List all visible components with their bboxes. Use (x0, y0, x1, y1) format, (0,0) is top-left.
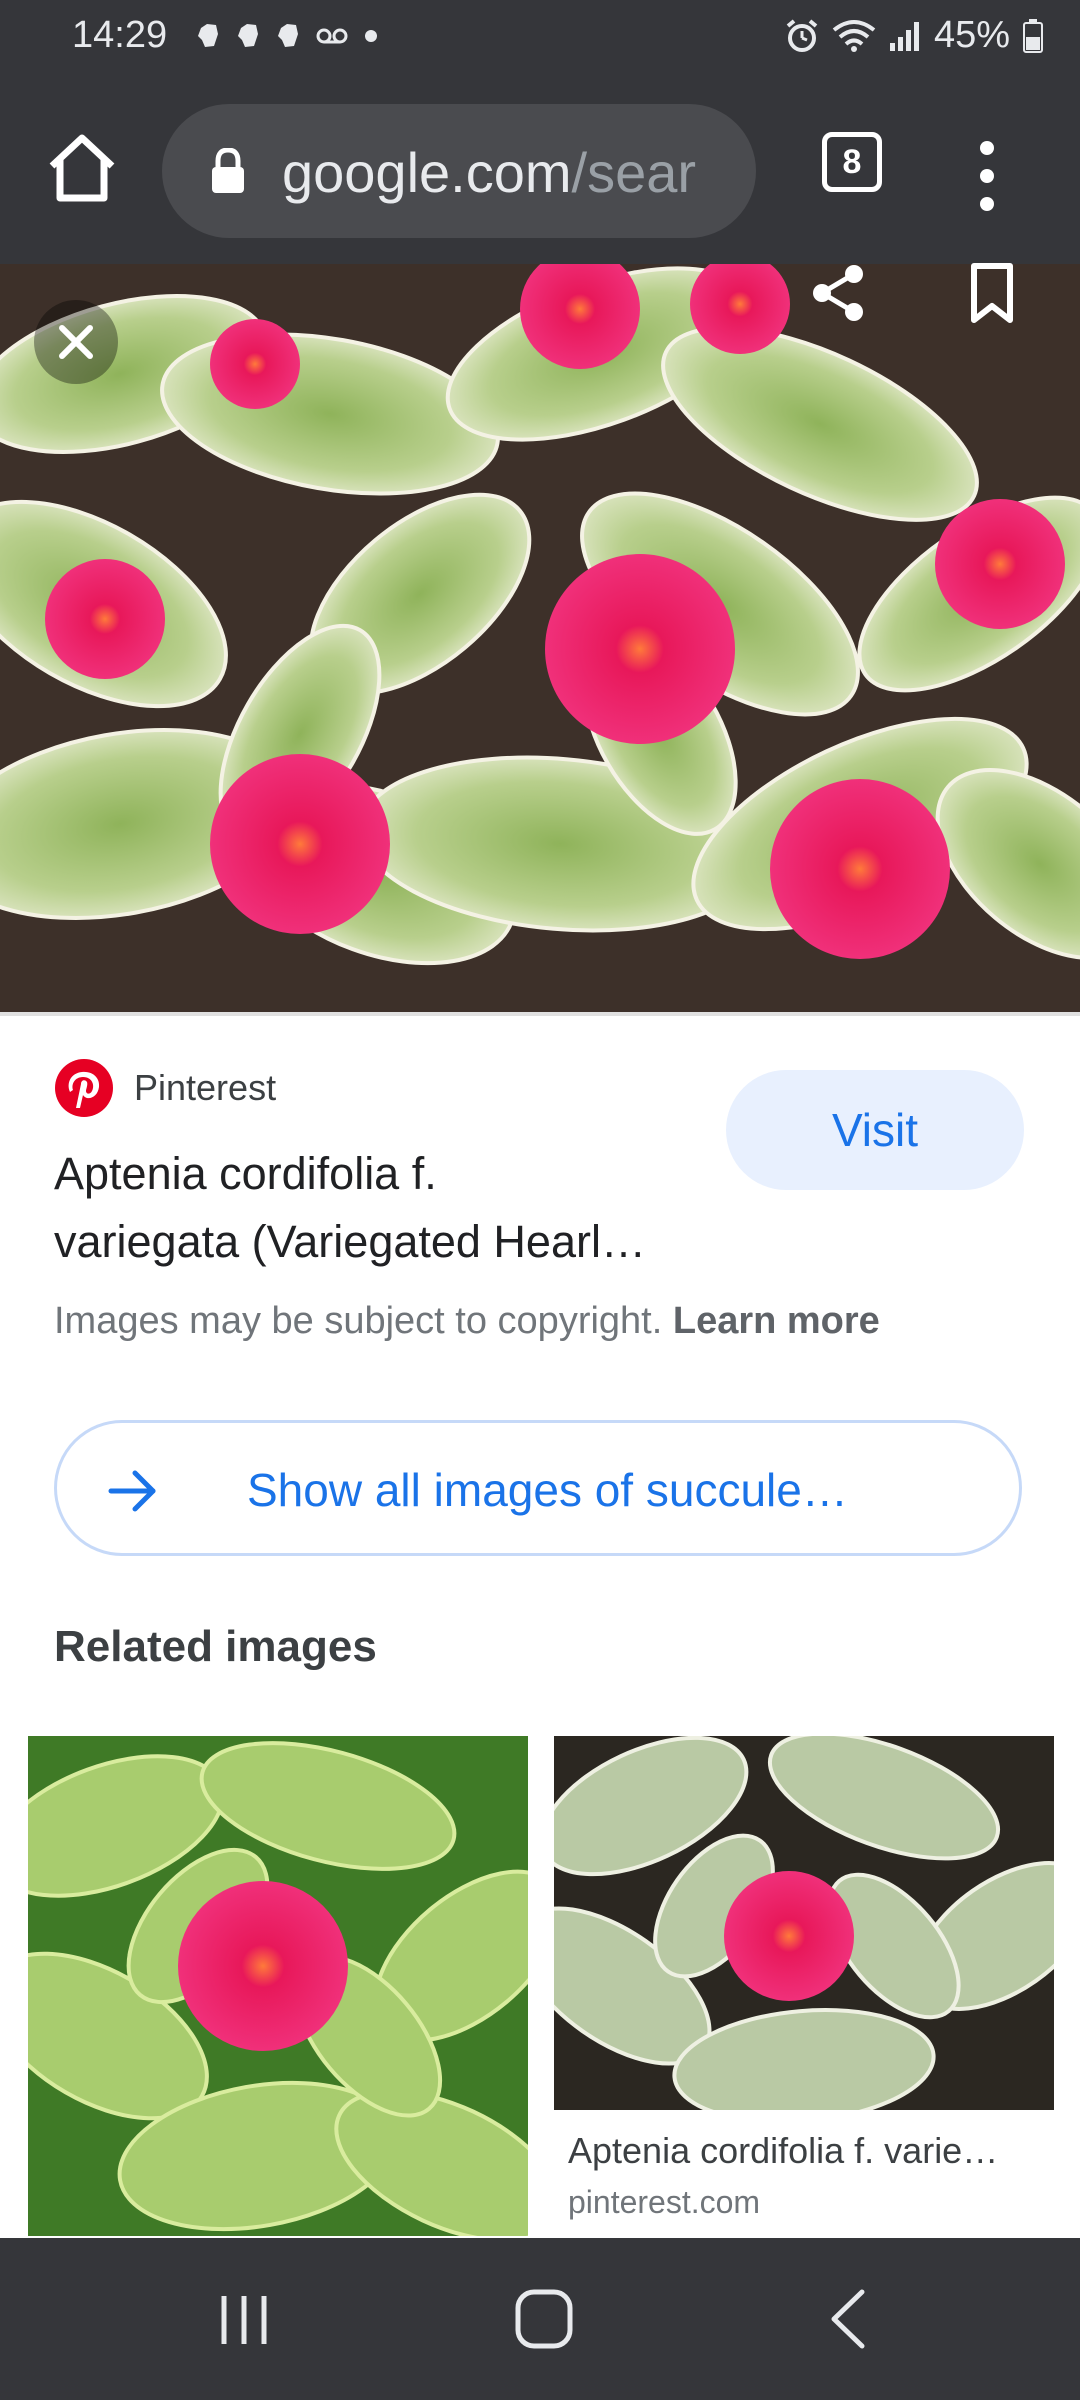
learn-more-link[interactable]: Learn more (673, 1300, 880, 1342)
show-all-label: Show all images of succule… (247, 1464, 848, 1516)
signal-icon (889, 21, 919, 51)
evernote-icon (198, 24, 218, 47)
home-icon[interactable] (44, 130, 120, 206)
preview-image (0, 264, 1080, 1012)
url-text: google.com/sear (282, 140, 696, 205)
url-bar[interactable]: google.com/sear (162, 104, 756, 238)
recent-apps-icon[interactable] (216, 2292, 272, 2348)
copyright-text: Images may be subject to copyright. (54, 1300, 673, 1342)
browser-toolbar: google.com/sear 8 (0, 78, 1080, 264)
url-host: google.com (282, 141, 572, 204)
related-image-2-source: pinterest.com (568, 2184, 761, 2220)
close-button[interactable] (34, 300, 118, 384)
close-icon (59, 325, 93, 359)
system-nav-bar (0, 2238, 1080, 2400)
dot-icon (365, 30, 377, 42)
image-title[interactable]: Aptenia cordifolia f. variegata (Variega… (54, 1140, 694, 1276)
status-right: 45% (784, 14, 1044, 57)
related-images-heading: Related images (54, 1622, 377, 1671)
tab-switcher-button[interactable]: 8 (818, 128, 882, 192)
more-vert-icon[interactable] (962, 136, 1012, 216)
succulent-photo (0, 264, 1080, 1012)
related-image-2[interactable] (554, 1736, 1054, 2110)
show-all-images-button[interactable]: Show all images of succule… (54, 1420, 1022, 1556)
alarm-icon (786, 18, 818, 52)
status-bar: 14:29 45% (0, 0, 1080, 78)
notification-icons (196, 22, 380, 50)
pinterest-logo-icon (55, 1059, 113, 1117)
related-image-1[interactable] (28, 1736, 528, 2236)
copyright-notice: Images may be subject to copyright. Lear… (54, 1300, 880, 1343)
share-icon[interactable] (808, 262, 870, 324)
battery-percent: 45% (933, 14, 1010, 56)
image-title-line-2: variegata (Variegated Hearl… (54, 1216, 646, 1267)
related-image-1-photo (28, 1736, 528, 2236)
evernote-icon (238, 24, 258, 47)
evernote-icon (278, 24, 298, 47)
source-name: Pinterest (134, 1067, 277, 1108)
bookmark-icon[interactable] (962, 262, 1022, 324)
url-path: /sear (571, 141, 697, 204)
image-divider (0, 1012, 1080, 1016)
status-time: 14:29 (72, 14, 168, 56)
tab-count: 8 (822, 132, 882, 192)
image-title-line-1: Aptenia cordifolia f. (54, 1148, 437, 1199)
arrow-right-icon (108, 1470, 156, 1512)
nav-home-icon[interactable] (514, 2288, 574, 2350)
related-image-2-photo (554, 1736, 1054, 2110)
related-image-2-caption[interactable]: Aptenia cordifolia f. varie… (568, 2130, 998, 2172)
lock-icon (212, 148, 244, 193)
voicemail-icon (316, 28, 348, 44)
back-icon[interactable] (830, 2288, 866, 2350)
wifi-icon (832, 19, 876, 52)
source-row[interactable]: Pinterest (54, 1058, 276, 1118)
visit-button[interactable]: Visit (726, 1070, 1024, 1190)
battery-icon (1023, 18, 1043, 53)
